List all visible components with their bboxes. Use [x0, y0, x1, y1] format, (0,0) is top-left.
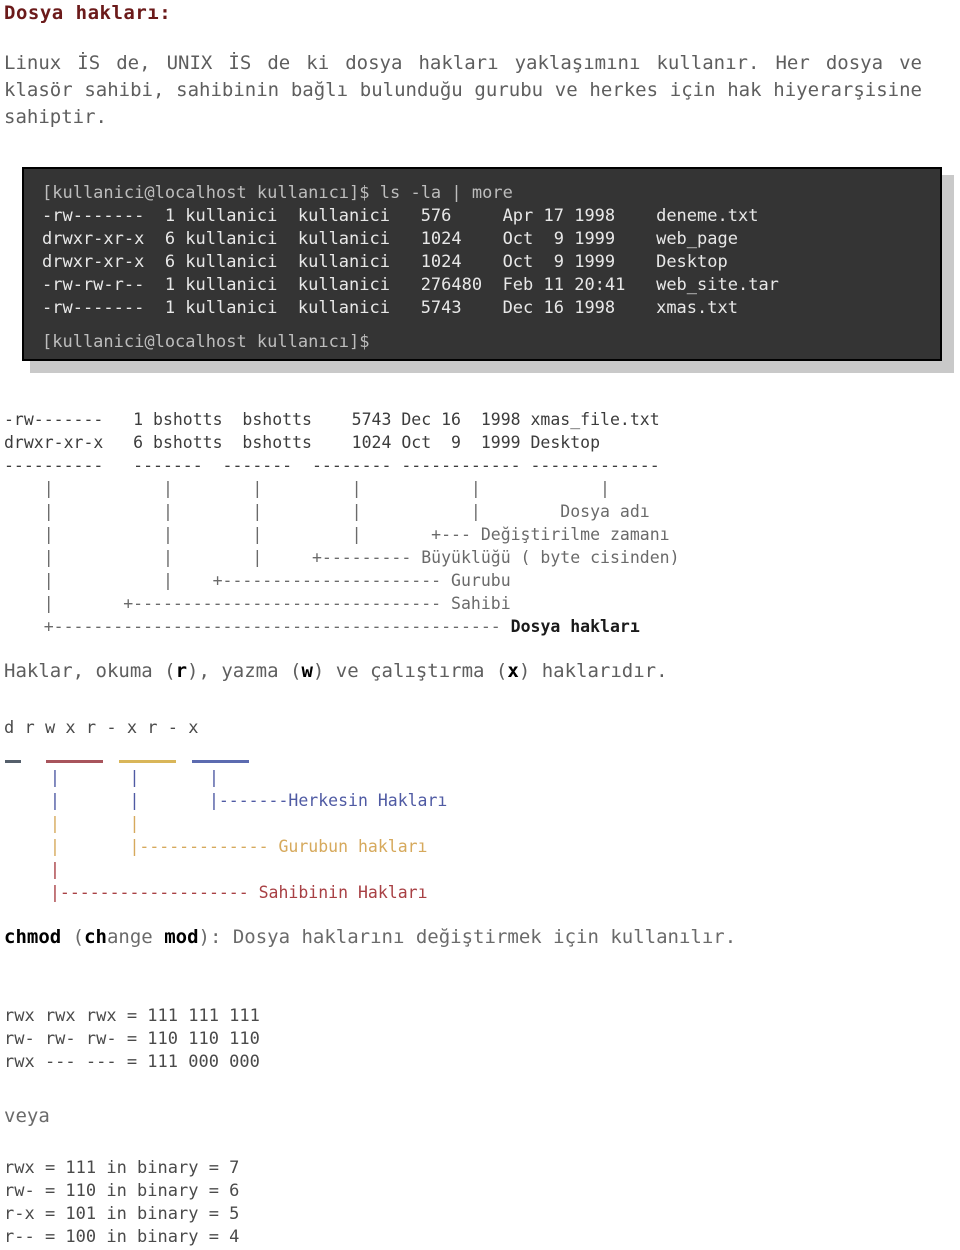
- chmod-ch: ch: [84, 926, 107, 948]
- terminal-row: -rw------- 1 kullanici kullanici 5743 De…: [42, 298, 738, 318]
- terminal-window: [kullanici@localhost kullanıcı]$ ls -la …: [22, 167, 942, 361]
- rights-sentence: Haklar, okuma (r), yazma (w) ve çalıştır…: [4, 660, 668, 682]
- anatomy-tree-line: | +------------------------------- Sahib…: [4, 594, 511, 613]
- other-tree-stem: | | |: [50, 768, 219, 787]
- document-page: Dosya hakları: Linux İS de, UNIX İS de k…: [0, 0, 960, 1247]
- anatomy-rule-line: ---------- ------- ------- -------- ----…: [4, 456, 660, 475]
- group-tree-connector: | |-------------: [50, 837, 279, 856]
- rights-write-letter: w: [301, 660, 313, 682]
- anatomy-tree-line: | | | | | Dosya adı: [4, 502, 650, 521]
- owner-label: Sahibinin Hakları: [258, 883, 428, 902]
- other-tree-connector: | | |-------: [50, 791, 289, 810]
- anatomy-sample-row: -rw------- 1 bshotts bshotts 5743 Dec 16…: [4, 410, 660, 429]
- group-tree-stem: | |: [50, 814, 140, 833]
- chmod-ange: ange: [106, 926, 165, 948]
- terminal-prompt-bottom: [kullanici@localhost kullanıcı]$: [42, 332, 370, 352]
- octal-row: rw- rw- rw- = 110 110 110: [4, 1029, 260, 1049]
- anatomy-tree-line: | | | | | |: [4, 479, 610, 498]
- binary-row: rwx = 111 in binary = 7: [4, 1158, 240, 1178]
- rights-exec-letter: x: [507, 660, 519, 682]
- owner-tree-branch: |------------------- Sahibinin Hakları: [50, 881, 428, 904]
- rights-text-1: Haklar, okuma (: [4, 660, 176, 682]
- rights-text-4: ) haklarıdır.: [518, 660, 668, 682]
- binary-row: rw- = 110 in binary = 6: [4, 1181, 240, 1201]
- chmod-paren-open: (: [61, 926, 85, 948]
- anatomy-tree-connector: +---------------------------------------…: [4, 617, 511, 636]
- other-underline-bar: [192, 760, 249, 763]
- veya-text: veya: [4, 1105, 50, 1127]
- group-underline-bar: [119, 760, 176, 763]
- owner-tree-connector: |-------------------: [50, 883, 259, 902]
- terminal-prompt-top: [kullanici@localhost kullanıcı]$ ls -la …: [42, 183, 513, 203]
- chmod-mod: mod: [164, 926, 199, 948]
- chmod-paren-close: ):: [198, 926, 233, 948]
- octal-row: rwx --- --- = 111 000 000: [4, 1052, 260, 1072]
- anatomy-label-permissions: Dosya hakları: [510, 617, 640, 636]
- terminal-row: -rw-rw-r-- 1 kullanici kullanici 276480 …: [42, 275, 779, 295]
- terminal-row: -rw------- 1 kullanici kullanici 576 Apr…: [42, 206, 759, 226]
- rights-read-letter: r: [175, 660, 188, 682]
- rights-text-3: ) ve çalıştırma (: [312, 660, 508, 682]
- anatomy-tree-line-last: +---------------------------------------…: [4, 615, 640, 638]
- owner-underline-bar: [46, 760, 103, 763]
- group-tree-branch: | |------------- Gurubun hakları: [50, 835, 428, 858]
- binary-row: r-x = 101 in binary = 5: [4, 1204, 240, 1224]
- anatomy-tree-line: | | +---------------------- Gurubu: [4, 571, 511, 590]
- rights-text-2: ), yazma (: [187, 660, 302, 682]
- chmod-paragraph: chmod (change mod): Dosya haklarını deği…: [4, 924, 922, 951]
- group-label: Gurubun hakları: [278, 837, 428, 856]
- anatomy-tree-line: | | | | +--- Değiştirilme zamanı: [4, 525, 670, 544]
- anatomy-sample-row: drwxr-xr-x 6 bshotts bshotts 1024 Oct 9 …: [4, 433, 601, 452]
- terminal-row: drwxr-xr-x 6 kullanici kullanici 1024 Oc…: [42, 252, 728, 272]
- chmod-command: chmod: [4, 926, 62, 948]
- terminal-screenshot: [kullanici@localhost kullanıcı]$ ls -la …: [22, 167, 954, 373]
- page-title: Dosya hakları:: [4, 2, 172, 24]
- owner-tree-stem: |: [50, 860, 60, 879]
- filetype-underline-bar: [5, 760, 21, 763]
- other-tree-branch: | | |-------Herkesin Hakları: [50, 789, 447, 812]
- chmod-description: Dosya haklarını değiştirmek için kullanı…: [232, 926, 737, 948]
- terminal-row: drwxr-xr-x 6 kullanici kullanici 1024 Oc…: [42, 229, 738, 249]
- octal-row: rwx rwx rwx = 111 111 111: [4, 1006, 260, 1026]
- anatomy-tree-line: | | | +--------- Büyüklüğü ( byte cisind…: [4, 548, 680, 567]
- permission-letters: d r w x r - x r - x: [4, 718, 199, 738]
- intro-paragraph: Linux İS de, UNIX İS de ki dosya hakları…: [4, 52, 922, 128]
- other-label: Herkesin Hakları: [288, 791, 448, 810]
